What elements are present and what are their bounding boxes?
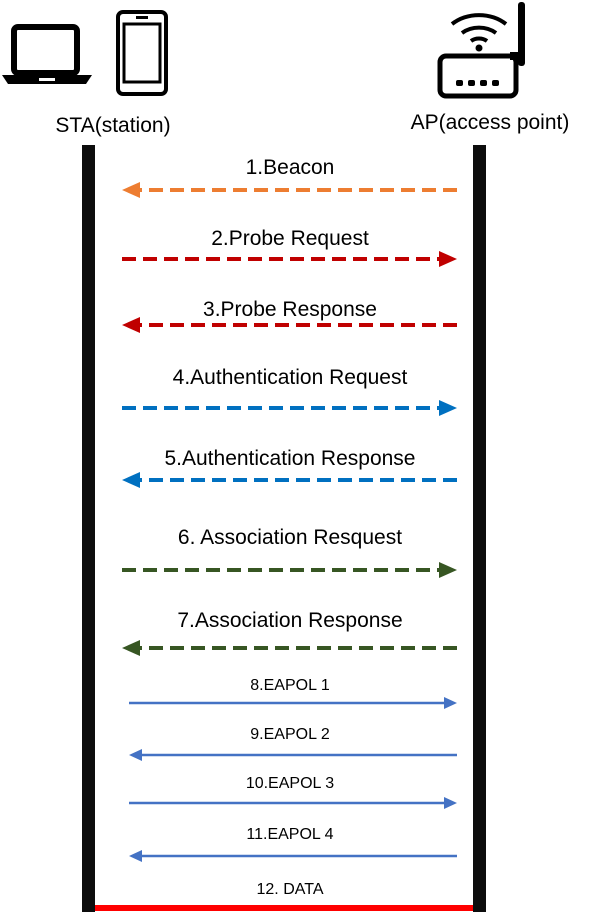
message-11: 11.EAPOL 4 — [129, 826, 457, 862]
message-4-arrowhead — [439, 400, 457, 416]
message-2: 2.Probe Request — [122, 227, 457, 267]
message-4: 4.Authentication Request — [122, 366, 457, 416]
message-8-label: 8.EAPOL 1 — [250, 677, 330, 694]
message-5-label: 5.Authentication Response — [164, 447, 415, 470]
message-10-arrowhead — [444, 797, 457, 809]
message-11-label: 11.EAPOL 4 — [246, 826, 333, 843]
sta-lifeline — [82, 145, 95, 912]
message-12-label: 12. DATA — [257, 881, 324, 898]
message-9-label: 9.EAPOL 2 — [250, 726, 330, 743]
message-7-label: 7.Association Response — [177, 609, 402, 632]
ap-lifeline — [473, 145, 486, 912]
message-8: 8.EAPOL 1 — [129, 677, 457, 709]
message-4-label: 4.Authentication Request — [173, 366, 408, 389]
message-2-arrowhead — [439, 251, 457, 267]
message-9-arrowhead — [129, 749, 142, 761]
message-5-arrowhead — [122, 472, 140, 488]
message-2-label: 2.Probe Request — [211, 227, 369, 250]
message-3: 3.Probe Response — [122, 298, 457, 333]
sequence-diagram: STA(station) AP(access point) 1.Beacon 2… — [2, 2, 570, 912]
message-8-arrowhead — [444, 697, 457, 709]
message-3-label: 3.Probe Response — [203, 298, 377, 321]
message-6-arrowhead — [439, 562, 457, 578]
message-12: 12. DATA — [95, 881, 473, 911]
wifi-router-icon — [437, 2, 525, 99]
message-11-arrowhead — [129, 850, 142, 862]
message-5: 5.Authentication Response — [122, 447, 457, 488]
message-10: 10.EAPOL 3 — [129, 775, 457, 809]
message-7-arrowhead — [122, 640, 140, 656]
message-6-label: 6. Association Resquest — [178, 526, 402, 549]
smartphone-icon — [116, 10, 168, 96]
laptop-icon — [2, 24, 92, 84]
message-6: 6. Association Resquest — [122, 526, 457, 578]
message-1-arrowhead — [122, 182, 140, 198]
message-list: 1.Beacon 2.Probe Request 3.Probe Respons… — [95, 156, 473, 911]
message-1: 1.Beacon — [122, 156, 457, 198]
message-3-arrowhead — [122, 317, 140, 333]
sta-label: STA(station) — [55, 114, 170, 137]
message-7: 7.Association Response — [122, 609, 457, 656]
message-10-label: 10.EAPOL 3 — [246, 775, 334, 792]
ap-label: AP(access point) — [411, 111, 570, 134]
message-1-label: 1.Beacon — [246, 156, 335, 179]
message-9: 9.EAPOL 2 — [129, 726, 457, 761]
